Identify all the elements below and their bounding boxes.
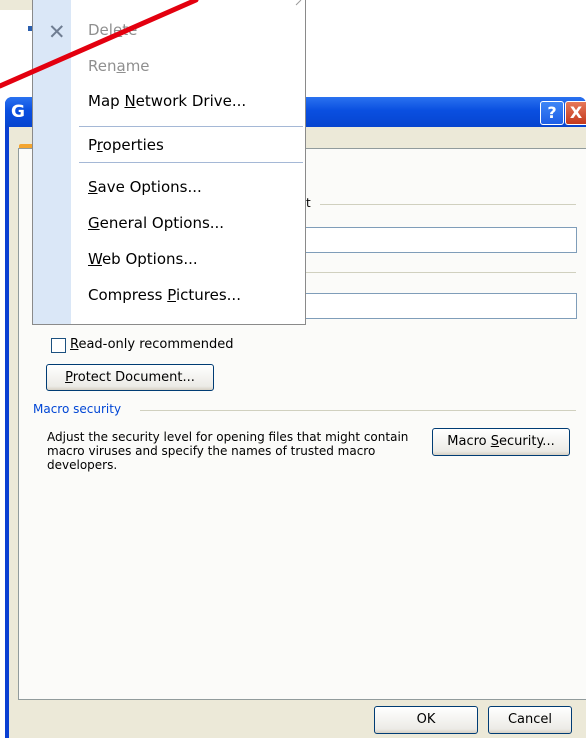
annotation-arrow [0,0,199,89]
